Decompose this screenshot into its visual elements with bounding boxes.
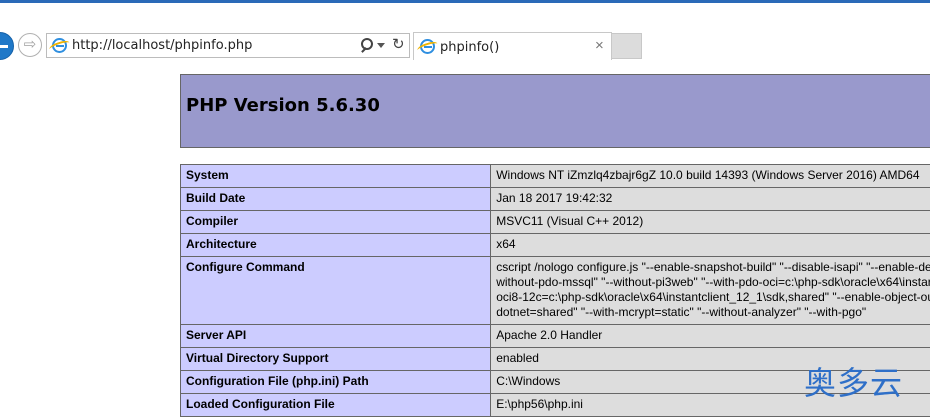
table-row: Architecturex64 bbox=[181, 234, 930, 257]
tab-phpinfo[interactable]: phpinfo() × bbox=[413, 32, 612, 60]
back-button[interactable] bbox=[0, 32, 14, 60]
forward-icon: ⇨ bbox=[24, 36, 37, 53]
dropdown-icon[interactable] bbox=[377, 43, 385, 48]
row-label: Compiler bbox=[181, 211, 491, 234]
tab-ie-icon bbox=[420, 39, 435, 54]
close-icon[interactable]: × bbox=[595, 37, 604, 55]
configure-command-line: cscript /nologo configure.js "--enable-s… bbox=[496, 260, 930, 275]
table-row: Configure Command cscript /nologo configu… bbox=[181, 257, 930, 325]
configure-command-line: dotnet=shared" "--with-mcrypt=static" "-… bbox=[496, 305, 930, 320]
row-label: Server API bbox=[181, 325, 491, 348]
row-label: Build Date bbox=[181, 188, 491, 211]
row-value: MSVC11 (Visual C++ 2012) bbox=[491, 211, 930, 234]
table-row: Build DateJan 18 2017 19:42:32 bbox=[181, 188, 930, 211]
row-label: Virtual Directory Support bbox=[181, 348, 491, 371]
row-value: Windows NT iZmzlq4zbajr6gZ 10.0 build 14… bbox=[491, 165, 930, 188]
table-row: Server APIApache 2.0 Handler bbox=[181, 325, 930, 348]
ie-icon bbox=[52, 38, 67, 53]
row-value: Jan 18 2017 19:42:32 bbox=[491, 188, 930, 211]
row-label: Architecture bbox=[181, 234, 491, 257]
row-label: Loaded Configuration File bbox=[181, 394, 491, 417]
row-label: System bbox=[181, 165, 491, 188]
watermark-logo: 奥多云 bbox=[804, 358, 903, 404]
forward-button[interactable]: ⇨ bbox=[18, 33, 42, 57]
page-title: PHP Version 5.6.30 bbox=[186, 95, 380, 116]
configure-command-line: oci8-12c=c:\php-sdk\oracle\x64\instantcl… bbox=[496, 290, 930, 305]
browser-toolbar: ⇨ http://localhost/phpinfo.php ↻ phpinfo… bbox=[0, 3, 930, 63]
address-bar[interactable]: http://localhost/phpinfo.php ↻ bbox=[46, 33, 410, 58]
row-value: x64 bbox=[491, 234, 930, 257]
configure-command-line: without-pdo-mssql" "--without-pi3web" "-… bbox=[496, 275, 930, 290]
php-version-header: PHP Version 5.6.30 bbox=[180, 74, 930, 148]
row-label: Configuration File (php.ini) Path bbox=[181, 371, 491, 394]
tab-title: phpinfo() bbox=[440, 40, 499, 55]
new-tab-button[interactable] bbox=[612, 33, 642, 59]
address-url[interactable]: http://localhost/phpinfo.php bbox=[72, 38, 252, 53]
search-icon[interactable] bbox=[359, 37, 375, 53]
row-value: Apache 2.0 Handler bbox=[491, 325, 930, 348]
refresh-icon[interactable]: ↻ bbox=[392, 36, 405, 54]
row-value: cscript /nologo configure.js "--enable-s… bbox=[491, 257, 930, 325]
table-row: SystemWindows NT iZmzlq4zbajr6gZ 10.0 bu… bbox=[181, 165, 930, 188]
row-label: Configure Command bbox=[181, 257, 491, 325]
table-row: CompilerMSVC11 (Visual C++ 2012) bbox=[181, 211, 930, 234]
